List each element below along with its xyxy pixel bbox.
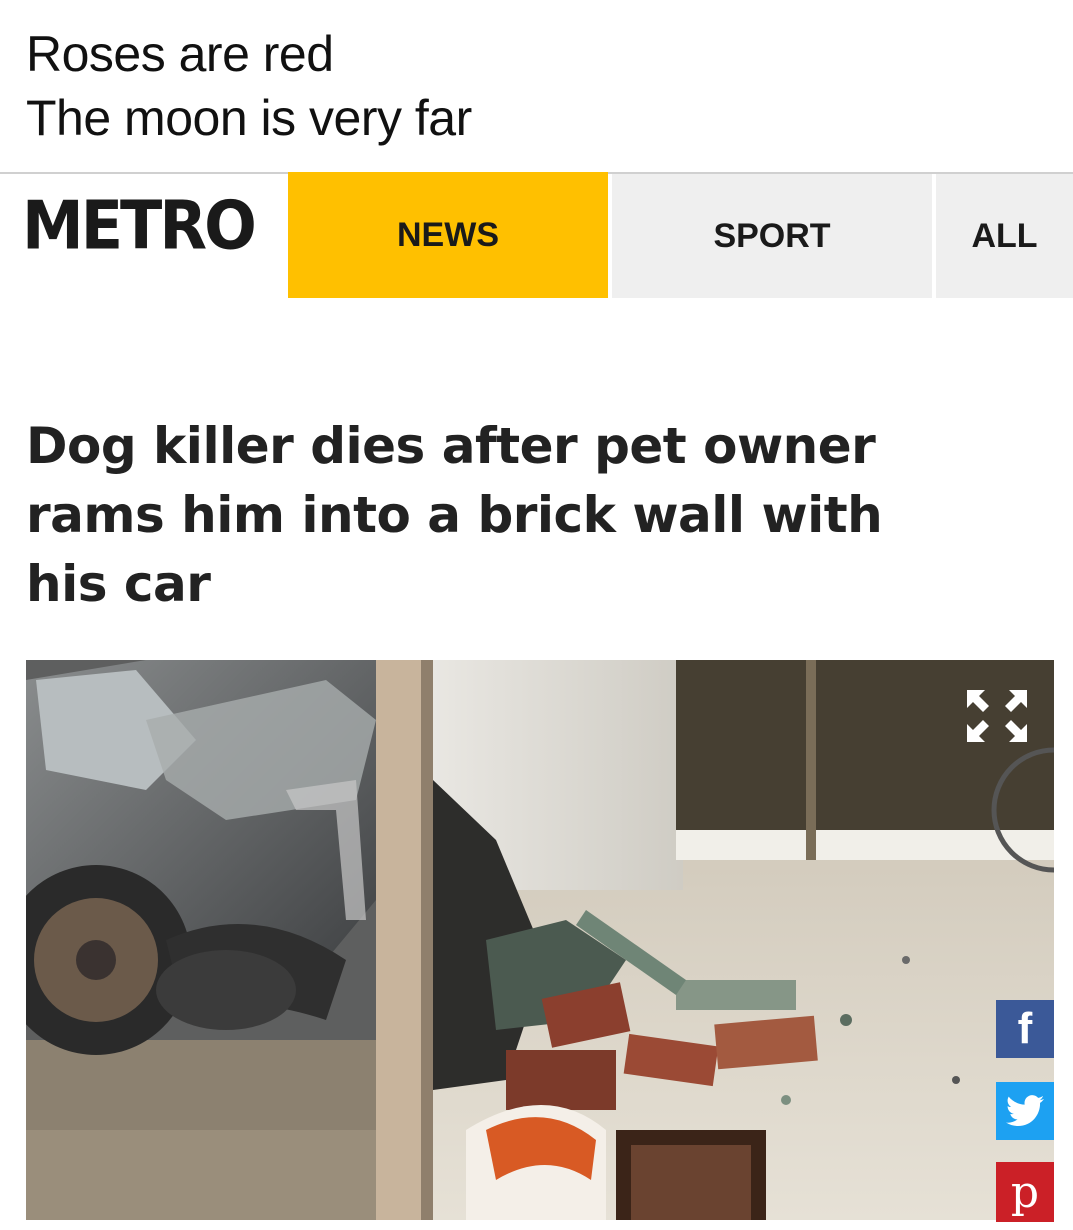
twitter-share-button[interactable]: [996, 1082, 1054, 1140]
headline-line-2: rams him into a brick wall with: [26, 486, 883, 544]
twitter-icon: [1006, 1095, 1044, 1127]
headline-line-3: his car: [26, 555, 211, 613]
tab-all[interactable]: ALL: [936, 174, 1073, 298]
article-photo[interactable]: [26, 660, 1054, 1220]
pinterest-share-button[interactable]: p: [996, 1162, 1054, 1222]
meme-caption: Roses are red The moon is very far: [26, 22, 1026, 150]
caption-line-2: The moon is very far: [26, 90, 472, 146]
article-headline[interactable]: Dog killer dies after pet owner rams him…: [26, 412, 1026, 619]
caption-line-1: Roses are red: [26, 26, 334, 82]
expand-icon[interactable]: [965, 688, 1029, 744]
headline-line-1: Dog killer dies after pet owner: [26, 417, 876, 475]
tab-news[interactable]: NEWS: [288, 172, 608, 298]
tab-sport[interactable]: SPORT: [612, 174, 932, 298]
facebook-icon: f: [1017, 1004, 1033, 1053]
site-navbar: METRO NEWS SPORT ALL: [0, 172, 1073, 298]
crash-scene-illustration: [26, 660, 1054, 1220]
facebook-share-button[interactable]: f: [996, 1000, 1054, 1058]
pinterest-icon: p: [1010, 1166, 1040, 1218]
metro-logo[interactable]: METRO: [22, 183, 257, 269]
